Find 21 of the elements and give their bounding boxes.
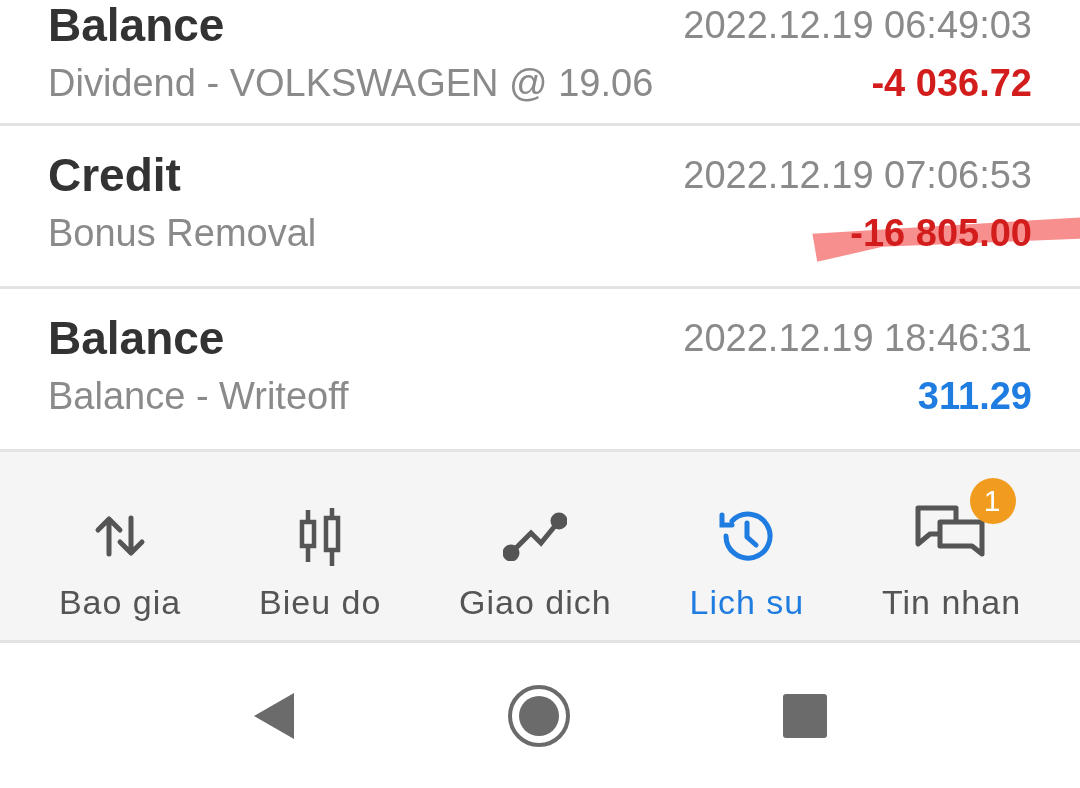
recents-icon[interactable] xyxy=(782,692,828,739)
line-chart-icon xyxy=(503,510,568,561)
nav-tab[interactable]: Lich su xyxy=(659,470,835,622)
transaction-type: Credit xyxy=(48,148,181,202)
transaction-amount: 311.29 xyxy=(917,375,1032,417)
home-icon[interactable] xyxy=(506,682,572,749)
nav-tab[interactable]: Bao gia xyxy=(28,470,212,622)
transaction-comment: Bonus Removal xyxy=(48,212,317,255)
back-icon[interactable] xyxy=(252,690,296,741)
nav-tab[interactable]: 1 Tin nhan xyxy=(852,470,1052,622)
transaction-type: Balance xyxy=(48,311,225,365)
unread-badge: 1 xyxy=(969,477,1016,524)
transaction-time: 2022.12.19 07:06:53 xyxy=(683,153,1032,197)
nav-tab[interactable]: Bieu do xyxy=(229,470,412,622)
transaction-time: 2022.12.19 18:46:31 xyxy=(683,316,1032,360)
transaction-time: 2022.12.19 06:49:03 xyxy=(683,3,1032,47)
transaction-type: Balance xyxy=(48,0,225,52)
transaction-comment: Dividend - VOLKSWAGEN @ 19.06 xyxy=(48,62,654,105)
nav-tab[interactable]: Giao dich xyxy=(429,470,642,622)
transaction-comment: Balance - Writeoff xyxy=(48,375,349,418)
transaction-amount: -4 036.72 xyxy=(871,62,1032,104)
